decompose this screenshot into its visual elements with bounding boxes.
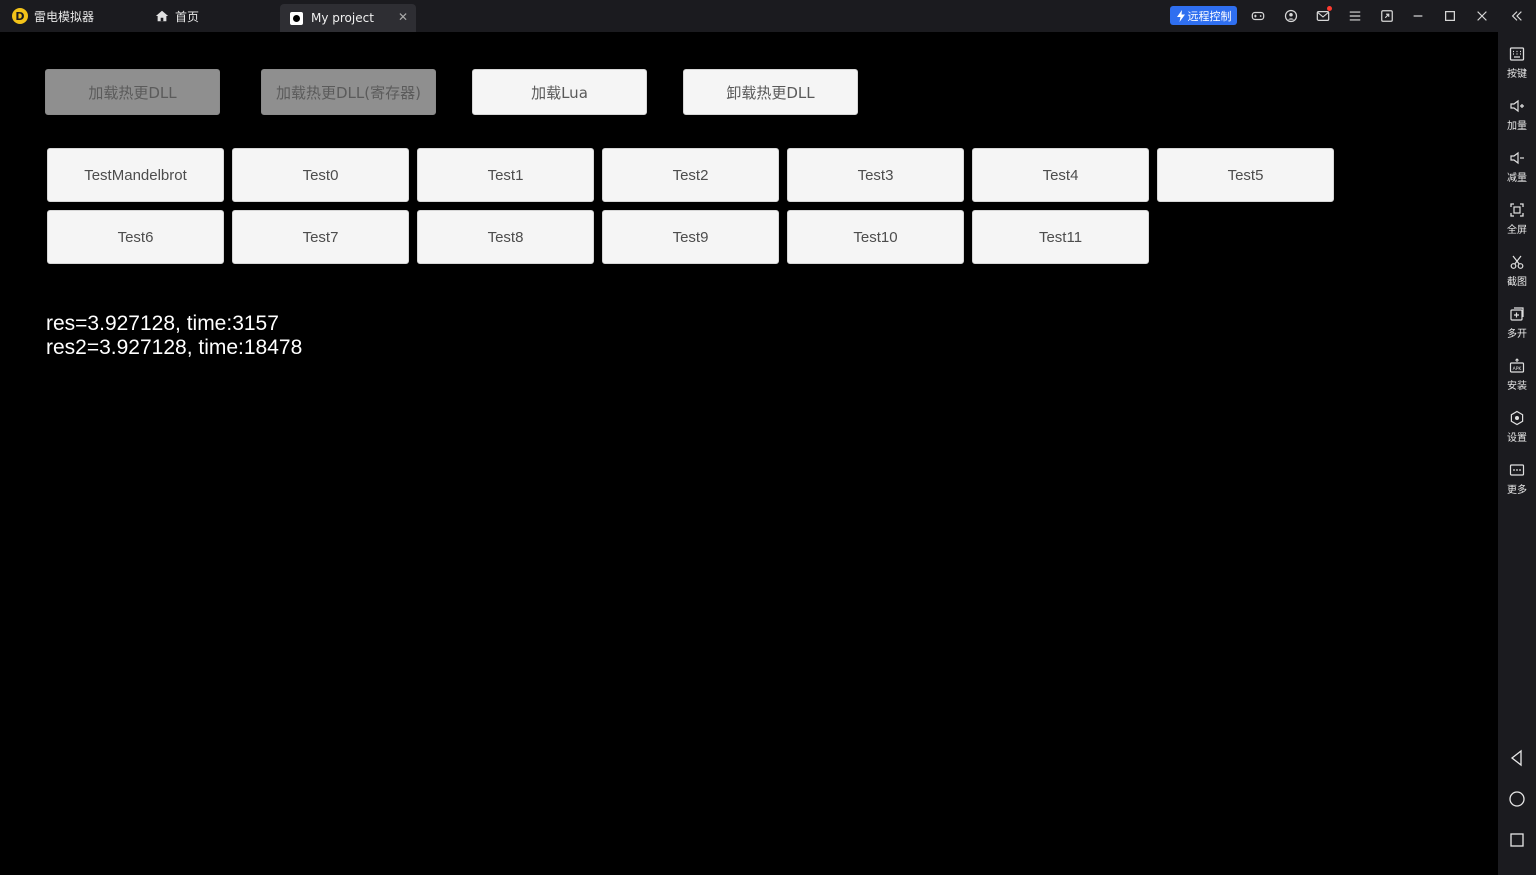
tab-home-label: 首页 [175,9,200,24]
app-logo-icon: D [12,8,28,24]
sidebar-item-multi-instance[interactable]: 多开 [1498,300,1536,348]
load-hotfix-dll-register-button[interactable]: 加载热更DLL(寄存器) [261,69,436,115]
multi-window-icon [1510,307,1524,321]
sidebar-item-volume-up[interactable]: 加量 [1498,92,1536,140]
maximize-icon[interactable] [1442,8,1458,24]
test4-button[interactable]: Test4 [972,148,1149,202]
sidebar-item-install-apk[interactable]: APK 安装 [1498,352,1536,400]
menu-icon[interactable] [1347,8,1363,24]
mail-icon[interactable] [1315,6,1332,24]
recents-nav-icon[interactable] [1507,830,1527,850]
sidebar-item-label: 设置 [1507,433,1527,444]
home-icon [155,10,169,22]
volume-down-icon [1510,151,1524,165]
test9-button[interactable]: Test9 [602,210,779,264]
back-nav-icon[interactable] [1507,748,1527,768]
tab-home[interactable]: 首页 [155,0,199,32]
sidebar-item-label: 加量 [1507,121,1527,132]
sidebar-item-screenshot[interactable]: 截图 [1498,248,1536,296]
emulator-sidebar: 按键 加量 减量 全屏 截图 多开 APK 安装 设置 更多 [1498,32,1536,875]
restore-window-icon[interactable] [1379,8,1395,24]
load-hotfix-dll-button[interactable]: 加载热更DLL [45,69,220,115]
collapse-sidebar-icon[interactable] [1509,8,1525,24]
result-output: res=3.927128, time:3157 res2=3.927128, t… [46,312,302,360]
sidebar-item-label: 更多 [1507,485,1527,496]
sidebar-item-label: 截图 [1507,277,1527,288]
sidebar-item-label: 按键 [1507,69,1527,80]
sidebar-item-label: 全屏 [1507,225,1527,236]
sidebar-item-more[interactable]: 更多 [1498,456,1536,504]
remote-control-button[interactable]: 远程控制 [1170,6,1237,25]
fullscreen-icon [1510,203,1524,217]
sidebar-item-label: 减量 [1507,173,1527,184]
test2-button[interactable]: Test2 [602,148,779,202]
result-line-2: res2=3.927128, time:18478 [46,336,303,359]
test7-button[interactable]: Test7 [232,210,409,264]
tab-my-project-label: My project [311,11,374,25]
svg-text:APK: APK [1513,366,1523,372]
title-bar: D 雷电模拟器 首页 My project ✕ 远程控制 [0,0,1536,32]
more-icon [1509,464,1525,476]
volume-up-icon [1510,99,1524,113]
tab-my-project[interactable]: My project ✕ [280,4,416,32]
scissors-icon [1510,255,1524,269]
lightning-icon [1176,9,1185,22]
test3-button[interactable]: Test3 [787,148,964,202]
settings-icon [1510,410,1524,426]
user-account-icon[interactable] [1283,8,1299,24]
home-nav-icon[interactable] [1507,789,1527,809]
close-tab-icon[interactable]: ✕ [398,10,408,24]
app-name: 雷电模拟器 [34,9,95,24]
unity-app-icon [290,11,303,25]
minimize-icon[interactable] [1410,8,1426,24]
sidebar-item-label: 安装 [1507,381,1527,392]
sidebar-item-fullscreen[interactable]: 全屏 [1498,196,1536,244]
sidebar-item-settings[interactable]: 设置 [1498,404,1536,452]
test0-button[interactable]: Test0 [232,148,409,202]
test6-button[interactable]: Test6 [47,210,224,264]
test11-button[interactable]: Test11 [972,210,1149,264]
apk-icon: APK [1509,358,1525,373]
close-window-icon[interactable] [1474,8,1490,24]
remote-control-label: 远程控制 [1187,9,1232,23]
app-brand: D 雷电模拟器 [12,0,94,32]
sidebar-item-volume-down[interactable]: 减量 [1498,144,1536,192]
keyboard-icon [1509,47,1525,61]
test10-button[interactable]: Test10 [787,210,964,264]
unload-hotfix-dll-button[interactable]: 卸载热更DLL [683,69,858,115]
test8-button[interactable]: Test8 [417,210,594,264]
notification-dot [1327,6,1332,11]
test5-button[interactable]: Test5 [1157,148,1334,202]
result-line-1: res=3.927128, time:3157 [46,312,279,335]
load-lua-button[interactable]: 加载Lua [472,69,647,115]
gamepad-icon[interactable] [1250,8,1266,24]
sidebar-item-keymap[interactable]: 按键 [1498,40,1536,88]
test1-button[interactable]: Test1 [417,148,594,202]
sidebar-item-label: 多开 [1507,329,1527,340]
test-mandelbrot-button[interactable]: TestMandelbrot [47,148,224,202]
